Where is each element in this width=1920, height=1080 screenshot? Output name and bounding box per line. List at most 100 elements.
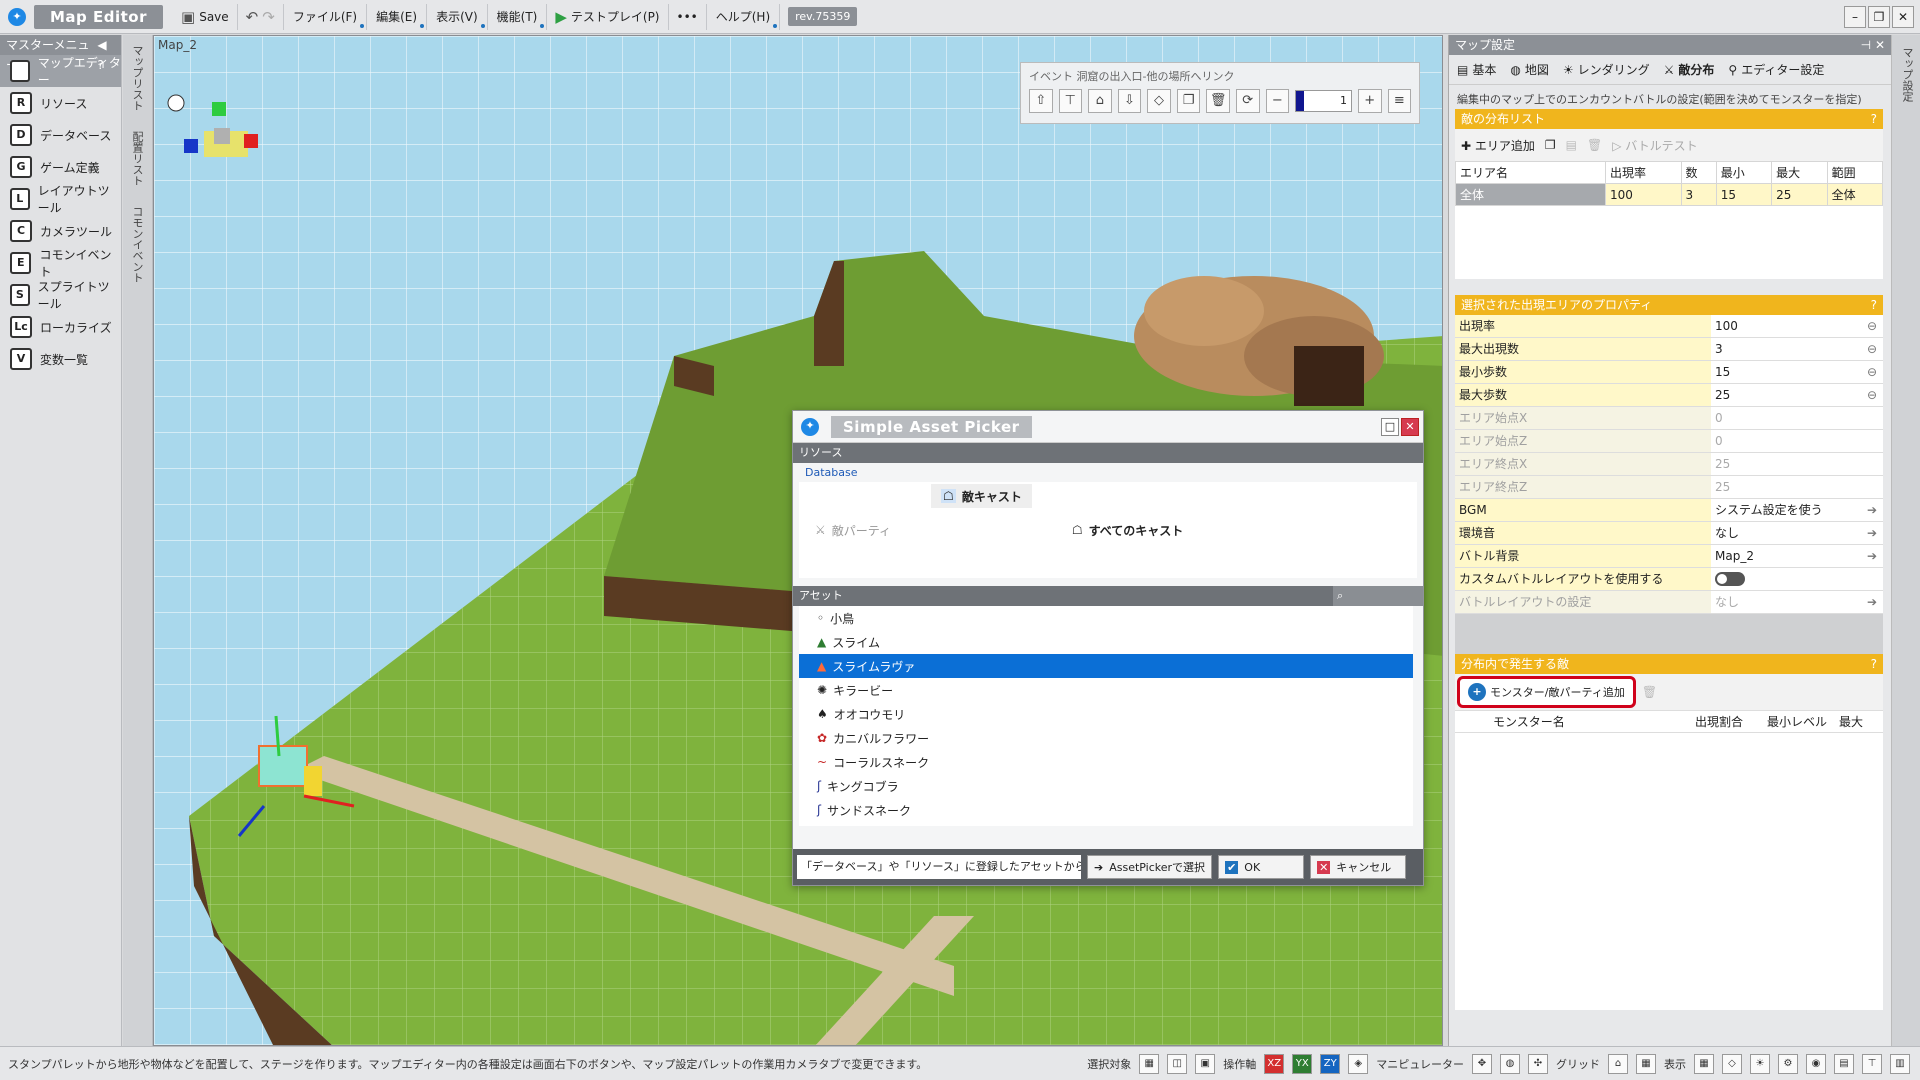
- close-icon[interactable]: ✕: [1892, 5, 1914, 28]
- prop-row[interactable]: 出現率 100 ⊖: [1455, 315, 1883, 338]
- axis-yx-button[interactable]: YX: [1292, 1053, 1313, 1074]
- menu-item-localize[interactable]: Lc ローカライズ: [0, 311, 121, 343]
- custom-layout-toggle[interactable]: [1715, 572, 1745, 586]
- resource-enemy-cast[interactable]: ☖ 敵キャスト: [931, 484, 1032, 508]
- tab-common-event[interactable]: コモンイベント: [123, 196, 151, 293]
- clear-icon[interactable]: ⊖: [1867, 361, 1883, 383]
- menu-item-map-editor[interactable]: M マップエディター: [0, 55, 121, 87]
- copy-icon[interactable]: ❐: [1545, 138, 1556, 152]
- list-item[interactable]: ʃ キングコブラ: [799, 774, 1413, 798]
- close-icon[interactable]: ✕: [1401, 417, 1419, 436]
- search-icon[interactable]: ⌕: [1333, 586, 1423, 606]
- list-item[interactable]: ʃ サンドスネーク: [799, 798, 1413, 822]
- list-item[interactable]: ✿ カニバルフラワー: [799, 726, 1413, 750]
- rotate-icon[interactable]: ⟳: [1235, 89, 1260, 113]
- tab-rendering[interactable]: ☀ レンダリング: [1563, 61, 1650, 78]
- menu-item-variables[interactable]: V 変数一覧: [0, 343, 121, 375]
- menu-help[interactable]: ヘルプ(H): [707, 3, 781, 30]
- battletest-button[interactable]: ▷ バトルテスト: [1612, 137, 1697, 154]
- add-monster-button[interactable]: + モンスター/敵パーティ追加: [1457, 676, 1636, 708]
- menu-file[interactable]: ファイル(F): [284, 3, 368, 30]
- view-camera-icon[interactable]: ◉: [1806, 1053, 1826, 1074]
- view-layers-icon[interactable]: ▤: [1834, 1053, 1854, 1074]
- testplay-button[interactable]: ▶ テストプレイ(P): [547, 3, 669, 30]
- grid-snap-icon[interactable]: ⌂: [1608, 1053, 1628, 1074]
- menu-item-sprite-tool[interactable]: S スプライトツール: [0, 279, 121, 311]
- restore-icon[interactable]: ❐: [1868, 5, 1890, 28]
- view-gear-icon[interactable]: ⚙: [1778, 1053, 1798, 1074]
- prop-row[interactable]: 最小歩数 15 ⊖: [1455, 361, 1883, 384]
- trash-icon[interactable]: 🗑: [1642, 685, 1657, 699]
- list-item[interactable]: ▲ スライム: [799, 630, 1413, 654]
- save-button[interactable]: ▣ Save: [173, 3, 238, 30]
- arrow-right-icon[interactable]: ➔: [1867, 499, 1883, 521]
- menu-item-database[interactable]: D データベース: [0, 119, 121, 151]
- paste-icon[interactable]: ▤: [1566, 138, 1577, 152]
- maximize-icon[interactable]: □: [1381, 417, 1399, 436]
- table-row[interactable]: 全体 100 3 15 25 全体: [1455, 183, 1884, 206]
- help-icon[interactable]: ?: [1871, 109, 1883, 129]
- minus-icon[interactable]: −: [1265, 89, 1290, 113]
- menu-item-resource[interactable]: R リソース: [0, 87, 121, 119]
- prop-row[interactable]: 最大出現数 3 ⊖: [1455, 338, 1883, 361]
- local-icon[interactable]: ✣: [1528, 1053, 1548, 1074]
- eraser-icon[interactable]: ◇: [1147, 89, 1171, 113]
- drop-icon[interactable]: ⇩: [1117, 89, 1142, 113]
- list-item[interactable]: ✺ キラービー: [799, 678, 1413, 702]
- tab-enemy-distribution[interactable]: ⚔ 敵分布: [1664, 61, 1715, 78]
- cancel-button[interactable]: ✕ キャンセル: [1310, 855, 1407, 879]
- more-button[interactable]: •••: [669, 3, 707, 30]
- menu-function[interactable]: 機能(T): [488, 3, 548, 30]
- axis-xz-button[interactable]: XZ: [1264, 1053, 1285, 1074]
- prop-row[interactable]: 環境音 なし ➔: [1455, 522, 1883, 545]
- prop-row[interactable]: カスタムバトルレイアウトを使用する: [1455, 568, 1883, 591]
- stamp-icon[interactable]: ⊤: [1058, 89, 1083, 113]
- help-icon[interactable]: ?: [1871, 654, 1883, 674]
- export-icon[interactable]: ⇧: [1029, 89, 1053, 113]
- prop-row[interactable]: 最大歩数 25 ⊖: [1455, 384, 1883, 407]
- layers-icon[interactable]: ≡: [1387, 89, 1412, 113]
- select-all-icon[interactable]: ▣: [1195, 1053, 1216, 1074]
- menu-item-common-event[interactable]: E コモンイベント: [0, 247, 121, 279]
- clear-icon[interactable]: ⊖: [1867, 384, 1883, 406]
- dialog-titlebar[interactable]: ✦ Simple Asset Picker □ ✕: [793, 411, 1423, 443]
- menu-item-layout-tool[interactable]: L レイアウトツール: [0, 183, 121, 215]
- redo-icon[interactable]: ↷: [262, 8, 275, 26]
- collapse-icon[interactable]: ◀ ?: [97, 35, 121, 72]
- view-light-icon[interactable]: ☀: [1750, 1053, 1770, 1074]
- view-stamp-icon[interactable]: ⊤: [1862, 1053, 1882, 1074]
- clear-icon[interactable]: ⊖: [1867, 338, 1883, 360]
- menu-item-game-definition[interactable]: G ゲーム定義: [0, 151, 121, 183]
- page-counter[interactable]: 1: [1295, 90, 1352, 112]
- trash-icon[interactable]: 🗑: [1587, 138, 1602, 152]
- manipulator-icon[interactable]: ◈: [1348, 1053, 1369, 1074]
- ok-button[interactable]: ✔ OK: [1218, 855, 1305, 879]
- tab-map-settings[interactable]: マップ設定: [1892, 35, 1920, 114]
- list-item[interactable]: ◦ 小鳥: [799, 606, 1413, 630]
- help-icon[interactable]: ?: [1871, 295, 1883, 315]
- grid-icon[interactable]: ▦: [1636, 1053, 1656, 1074]
- resource-enemy-party[interactable]: ⚔ 敵パーティ: [805, 484, 901, 576]
- tab-map[interactable]: ◍ 地図: [1510, 61, 1549, 78]
- list-item[interactable]: ~ コーラルスネーク: [799, 750, 1413, 774]
- add-area-button[interactable]: ✚ エリア追加: [1461, 137, 1535, 154]
- move-icon[interactable]: ✥: [1472, 1053, 1492, 1074]
- view-db-icon[interactable]: ▥: [1890, 1053, 1910, 1074]
- trash-icon[interactable]: 🗑: [1206, 89, 1230, 113]
- prop-row[interactable]: BGM システム設定を使う ➔: [1455, 499, 1883, 522]
- resource-all-cast[interactable]: ☖ すべてのキャスト: [1062, 484, 1193, 576]
- tab-basic[interactable]: ▤ 基本: [1457, 61, 1496, 78]
- list-item-selected[interactable]: ▲ スライムラヴァ: [799, 654, 1413, 678]
- undo-button[interactable]: ↶ ↷: [238, 3, 284, 30]
- prop-row[interactable]: バトル背景 Map_2 ➔: [1455, 545, 1883, 568]
- view-grid-icon[interactable]: ▦: [1694, 1053, 1714, 1074]
- view-cube-icon[interactable]: ◇: [1722, 1053, 1742, 1074]
- tab-placement-list[interactable]: 配置リスト: [123, 121, 151, 196]
- tab-editor-settings[interactable]: ⚲ エディター設定: [1728, 61, 1824, 78]
- arrow-right-icon[interactable]: ➔: [1867, 545, 1883, 567]
- minimize-icon[interactable]: –: [1844, 5, 1866, 28]
- copy-icon[interactable]: ❐: [1176, 89, 1201, 113]
- assetpicker-button[interactable]: ➔ AssetPickerで選択: [1087, 855, 1213, 879]
- menu-edit[interactable]: 編集(E): [367, 3, 428, 30]
- pin-close-icon[interactable]: ⊣ ✕: [1861, 35, 1891, 55]
